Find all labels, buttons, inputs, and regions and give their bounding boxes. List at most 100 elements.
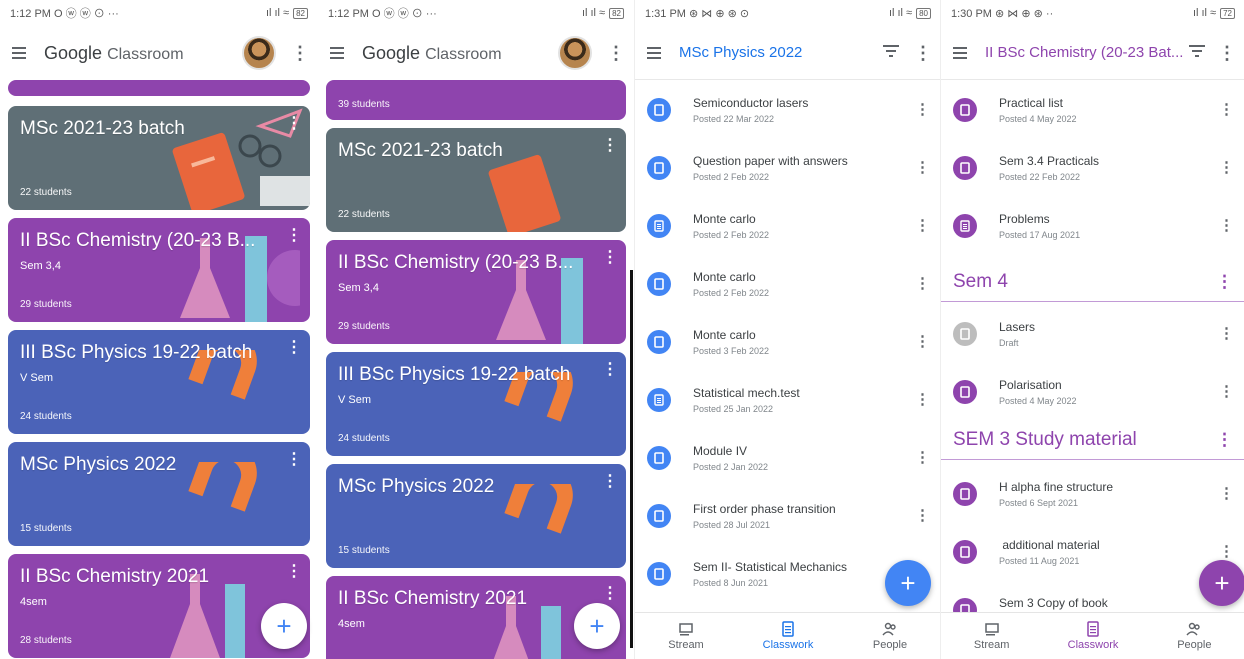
item-more-icon[interactable]: ⋮ [915,208,930,234]
tab-people[interactable]: People [839,613,941,659]
item-more-icon[interactable]: ⋮ [915,92,930,118]
item-date: Posted 17 Aug 2021 [999,230,1081,240]
class-list[interactable]: 39 students MSc 2021-23 batch 22 student… [318,80,634,659]
classwork-item[interactable]: Monte carlo Posted 2 Feb 2022 ⋮ [635,208,941,266]
card-more-icon[interactable]: ⋮ [286,340,302,356]
create-button[interactable]: + [1199,560,1244,606]
classwork-item[interactable]: Lasers Draft ⋮ [941,316,1244,374]
class-section: V Sem [338,394,372,406]
class-card[interactable]: II BSc Chemistry (20-23 B... Sem 3,4 29 … [8,218,310,322]
card-more-icon[interactable]: ⋮ [602,474,618,490]
classwork-item[interactable]: Sem 3.4 Practicals Posted 22 Feb 2022 ⋮ [941,150,1244,208]
classwork-item[interactable]: Monte carlo Posted 2 Feb 2022 ⋮ [635,266,941,324]
item-more-icon[interactable]: ⋮ [915,324,930,350]
menu-icon[interactable] [643,41,667,65]
class-card[interactable]: III BSc Physics 19-22 batch V Sem 24 stu… [8,330,310,434]
topic-header[interactable]: SEM 3 Study material ⋮ [941,420,1244,460]
menu-icon[interactable] [326,41,350,65]
classwork-list[interactable]: Semiconductor lasers Posted 22 Mar 2022 ⋮… [635,80,941,613]
classwork-item[interactable]: Practical list Posted 4 May 2022 ⋮ [941,92,1244,150]
create-button[interactable]: + [885,560,931,606]
item-title: Module IV [693,444,748,458]
add-class-button[interactable]: + [574,603,620,649]
avatar[interactable] [242,36,276,70]
card-more-icon[interactable]: ⋮ [286,564,302,580]
card-more-icon[interactable]: ⋮ [286,228,302,244]
class-name: II BSc Chemistry (20-23 Bat... [985,44,1184,61]
class-card[interactable]: MSc 2021-23 batch 22 students ⋮ [8,106,310,210]
tab-classwork[interactable]: Classwork [1042,613,1143,659]
assignment-icon [647,214,671,238]
item-more-icon[interactable]: ⋮ [915,382,930,408]
card-more-icon[interactable]: ⋮ [602,250,618,266]
item-title: Sem 3.4 Practicals [999,154,1100,168]
more-options-icon[interactable]: ⋮ [606,44,626,62]
class-card[interactable]: II BSc Chemistry (20-23 B... Sem 3,4 29 … [326,240,626,344]
item-more-icon[interactable]: ⋮ [915,440,930,466]
add-class-button[interactable]: + [261,603,307,649]
item-more-icon[interactable]: ⋮ [915,266,930,292]
class-card-partial[interactable] [8,80,310,96]
item-date: Posted 4 May 2022 [999,114,1077,124]
item-date: Posted 2 Jan 2022 [693,462,769,472]
class-card[interactable]: II BSc Chemistry 2021 4sem 28 students ⋮ [8,554,310,658]
more-options-icon[interactable]: ⋮ [290,44,310,62]
avatar[interactable] [558,36,592,70]
class-card[interactable]: MSc 2021-23 batch 22 students ⋮ [326,128,626,232]
tab-people[interactable]: People [1144,613,1244,659]
menu-icon[interactable] [8,41,32,65]
classwork-list[interactable]: Practical list Posted 4 May 2022 ⋮ Sem 3.… [941,80,1244,613]
item-more-icon[interactable]: ⋮ [1219,534,1234,560]
tab-stream[interactable]: Stream [635,613,737,659]
topic-more-icon[interactable]: ⋮ [1216,272,1233,292]
item-title: Statistical mech.test [693,386,800,400]
item-more-icon[interactable]: ⋮ [1219,374,1234,400]
screen-classwork-msc: 1:31 PM ⊛ ⋈ ⊕ ⊛ ⊙ ıl ıl ≈80 MSc Physics … [634,0,941,659]
tab-stream[interactable]: Stream [941,613,1042,659]
classwork-item[interactable]: Semiconductor lasers Posted 22 Mar 2022 ⋮ [635,92,941,150]
class-list[interactable]: MSc 2021-23 batch 22 students ⋮ II BSc C… [0,80,318,659]
tab-classwork[interactable]: Classwork [737,613,839,659]
item-title: Monte carlo [693,212,756,226]
item-more-icon[interactable]: ⋮ [1219,150,1234,176]
classwork-item[interactable]: Problems Posted 17 Aug 2021 ⋮ [941,208,1244,266]
item-more-icon[interactable]: ⋮ [1219,92,1234,118]
item-more-icon[interactable]: ⋮ [1219,476,1234,502]
battery-icon: 80 [916,7,931,19]
menu-icon[interactable] [949,41,973,65]
class-title: III BSc Physics 19-22 batch [20,342,253,363]
card-more-icon[interactable]: ⋮ [286,116,302,132]
filter-icon[interactable] [883,44,903,62]
item-title: Question paper with answers [693,154,848,168]
classwork-item[interactable]: Monte carlo Posted 3 Feb 2022 ⋮ [635,324,941,382]
item-more-icon[interactable]: ⋮ [915,498,930,524]
card-more-icon[interactable]: ⋮ [602,586,618,602]
status-time: 1:31 PM ⊛ ⋈ ⊕ ⊛ ⊙ [645,7,750,20]
more-options-icon[interactable]: ⋮ [1217,44,1237,62]
card-more-icon[interactable]: ⋮ [602,362,618,378]
filter-icon[interactable] [1189,44,1209,62]
topic-header[interactable]: Sem 4 ⋮ [941,262,1244,302]
app-title: Google Classroom [44,42,184,63]
topic-more-icon[interactable]: ⋮ [1216,430,1233,450]
status-bar: 1:12 PM O ⓦ ⓦ ⊙ ··· ıl ıl ≈82 [0,0,318,26]
status-indicators: ıl ıl ≈72 [1193,7,1235,19]
card-more-icon[interactable]: ⋮ [286,452,302,468]
class-card[interactable]: MSc Physics 2022 15 students ⋮ [8,442,310,546]
item-more-icon[interactable]: ⋮ [1219,316,1234,342]
classwork-item[interactable]: H alpha fine structure Posted 6 Sept 2021… [941,476,1244,534]
classwork-item[interactable]: First order phase transition Posted 28 Ju… [635,498,941,556]
card-more-icon[interactable]: ⋮ [602,138,618,154]
classwork-item[interactable]: Module IV Posted 2 Jan 2022 ⋮ [635,440,941,498]
item-more-icon[interactable]: ⋮ [915,150,930,176]
class-card[interactable]: III BSc Physics 19-22 batch V Sem 24 stu… [326,352,626,456]
scrollbar[interactable] [630,270,633,648]
classwork-item[interactable]: Sem 3 Copy of book [941,592,1244,613]
more-options-icon[interactable]: ⋮ [913,44,933,62]
class-card[interactable]: MSc Physics 2022 15 students ⋮ [326,464,626,568]
class-card-partial[interactable]: 39 students [326,80,626,120]
classwork-item[interactable]: Statistical mech.test Posted 25 Jan 2022 … [635,382,941,440]
classwork-item[interactable]: Question paper with answers Posted 2 Feb … [635,150,941,208]
item-more-icon[interactable]: ⋮ [1219,208,1234,234]
status-bar: 1:31 PM ⊛ ⋈ ⊕ ⊛ ⊙ ıl ıl ≈80 [635,0,941,26]
